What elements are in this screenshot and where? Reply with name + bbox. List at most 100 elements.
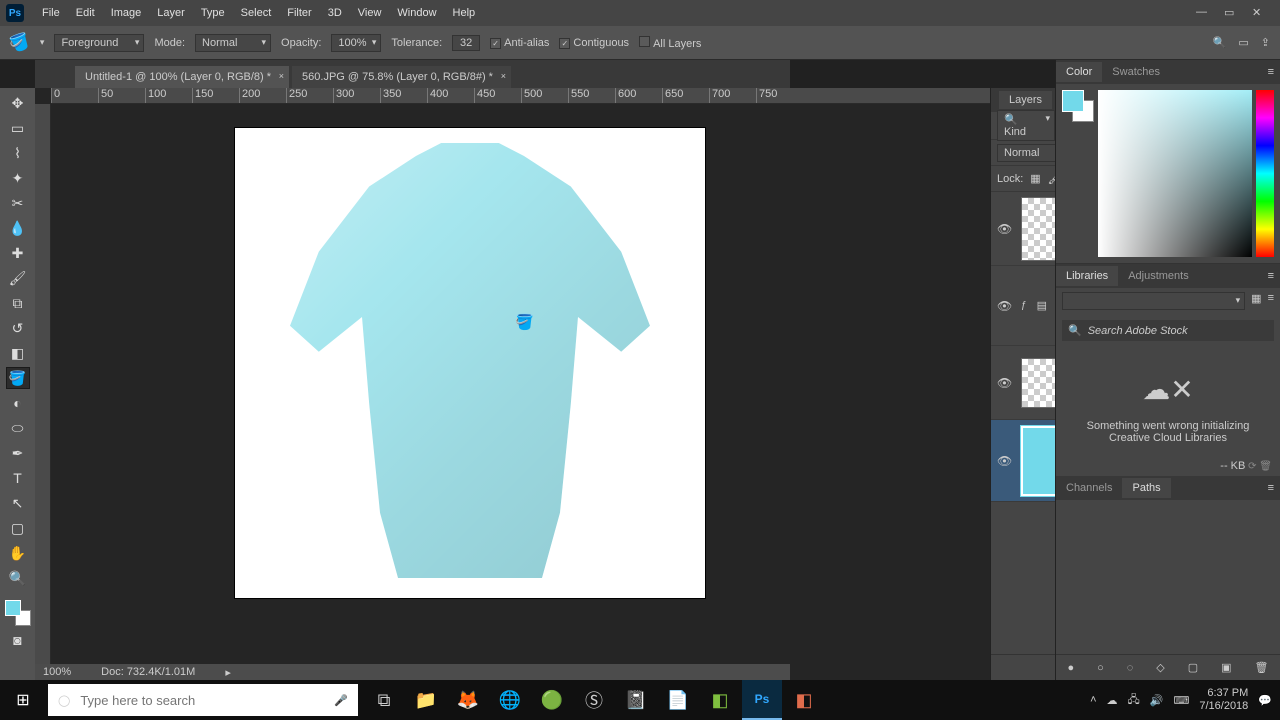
color-field[interactable] <box>1098 90 1252 257</box>
search-icon[interactable]: 🔍 <box>1213 36 1227 49</box>
all-layers-checkbox[interactable]: All Layers <box>639 36 701 50</box>
visibility-icon[interactable]: 👁 <box>997 222 1011 236</box>
color-swatches[interactable] <box>1062 90 1094 122</box>
menu-select[interactable]: Select <box>233 7 280 19</box>
opacity-select[interactable]: 100% <box>331 34 381 52</box>
explorer-icon[interactable]: 📁 <box>406 680 446 720</box>
bucket-tool[interactable]: 🪣 <box>6 367 30 389</box>
mic-icon[interactable]: 🎤 <box>334 694 348 707</box>
chrome-icon[interactable]: 🌐 <box>490 680 530 720</box>
document-tab[interactable]: 560.JPG @ 75.8% (Layer 0, RGB/8#) *× <box>292 66 511 88</box>
wand-tool[interactable]: ✦ <box>6 167 30 189</box>
firefox-icon[interactable]: 🦊 <box>448 680 488 720</box>
clock[interactable]: 6:37 PM 7/16/2018 <box>1199 687 1248 713</box>
menu-image[interactable]: Image <box>103 7 150 19</box>
recorder-icon[interactable]: ◧ <box>784 680 824 720</box>
doc-size[interactable]: Doc: 732.4K/1.01M <box>101 666 195 678</box>
minimize-icon[interactable]: — <box>1196 6 1210 20</box>
panel-menu-icon[interactable]: ≡ <box>1262 66 1280 78</box>
dodge-tool[interactable]: ⬭ <box>6 417 30 439</box>
foreground-swatch[interactable] <box>5 600 21 616</box>
list-view-icon[interactable]: ≡ <box>1268 292 1274 310</box>
crop-tool[interactable]: ✂ <box>6 192 30 214</box>
workspace-icon[interactable]: ▭ <box>1238 36 1248 49</box>
panel-menu-icon[interactable]: ≡ <box>1262 482 1280 494</box>
menu-3d[interactable]: 3D <box>320 7 350 19</box>
swatches-tab[interactable]: Swatches <box>1102 62 1170 82</box>
tray-chevron-icon[interactable]: ˄ <box>1090 694 1096 706</box>
skype-icon[interactable]: Ⓢ <box>574 680 614 720</box>
visibility-icon[interactable]: 👁 <box>997 299 1011 313</box>
type-tool[interactable]: T <box>6 467 30 489</box>
lock-trans-icon[interactable]: ▦ <box>1030 172 1040 185</box>
delete-path-icon[interactable]: 🗑 <box>1255 661 1269 674</box>
selection-path-icon[interactable]: ◌ <box>1127 662 1134 674</box>
taskbar-search[interactable]: ◯ 🎤 <box>48 684 358 716</box>
close-icon[interactable]: ✕ <box>1252 6 1266 20</box>
new-path-icon[interactable]: ▣ <box>1221 661 1231 674</box>
layers-tab[interactable]: Layers <box>999 91 1052 109</box>
eyedropper-tool[interactable]: 💧 <box>6 217 30 239</box>
mask-path-icon[interactable]: ▢ <box>1188 661 1198 674</box>
network-icon[interactable]: 🖧 <box>1128 691 1140 710</box>
volume-icon[interactable]: 🔊 <box>1150 694 1164 707</box>
utorrent-icon[interactable]: 🟢 <box>532 680 572 720</box>
panel-menu-icon[interactable]: ≡ <box>1262 270 1280 282</box>
brush-tool[interactable]: 🖌 <box>6 267 30 289</box>
library-select[interactable] <box>1062 292 1245 310</box>
notepad-icon[interactable]: 📄 <box>658 680 698 720</box>
canvas-area[interactable]: 0501001502002503003504004505005506006507… <box>35 88 990 680</box>
history-brush-tool[interactable]: ↺ <box>6 317 30 339</box>
heal-tool[interactable]: ✚ <box>6 242 30 264</box>
camtasia-icon[interactable]: ◧ <box>700 680 740 720</box>
chevron-down-icon[interactable]: ▾ <box>40 37 45 48</box>
blur-tool[interactable]: ◐ <box>6 392 30 414</box>
start-button[interactable]: ⊞ <box>0 680 46 720</box>
color-tab[interactable]: Color <box>1056 62 1102 82</box>
menu-view[interactable]: View <box>350 7 390 19</box>
shape-tool[interactable]: ▢ <box>6 517 30 539</box>
marquee-tool[interactable]: ▭ <box>6 117 30 139</box>
zoom-tool[interactable]: 🔍 <box>6 567 30 589</box>
app-icon[interactable]: 📓 <box>616 680 656 720</box>
onedrive-icon[interactable]: ☁ <box>1107 694 1118 707</box>
search-input[interactable] <box>80 693 324 708</box>
path-select-tool[interactable]: ↖ <box>6 492 30 514</box>
menu-filter[interactable]: Filter <box>279 7 319 19</box>
menu-help[interactable]: Help <box>445 7 484 19</box>
stamp-tool[interactable]: ⧉ <box>6 292 30 314</box>
contiguous-checkbox[interactable]: ✓Contiguous <box>559 37 629 49</box>
pen-tool[interactable]: ✒ <box>6 442 30 464</box>
menu-type[interactable]: Type <box>193 7 233 19</box>
status-arrow-icon[interactable]: ▸ <box>225 666 231 679</box>
stroke-path-icon[interactable]: ○ <box>1097 662 1104 674</box>
quickmask-tool[interactable]: ◙ <box>6 629 30 651</box>
maximize-icon[interactable]: ▭ <box>1224 6 1238 20</box>
color-swatches[interactable] <box>5 600 31 626</box>
task-view-icon[interactable]: ⧉ <box>364 680 404 720</box>
close-tab-icon[interactable]: × <box>279 71 284 81</box>
close-tab-icon[interactable]: × <box>501 71 506 81</box>
paths-tab[interactable]: Paths <box>1122 478 1170 498</box>
share-icon[interactable]: ⇪ <box>1261 36 1270 49</box>
hue-slider[interactable] <box>1256 90 1274 257</box>
notifications-icon[interactable]: 💬 <box>1258 694 1272 707</box>
lasso-tool[interactable]: ⌇ <box>6 142 30 164</box>
document-canvas[interactable]: 🪣 <box>235 128 705 598</box>
adjustments-tab[interactable]: Adjustments <box>1118 266 1199 286</box>
layer-filter-select[interactable]: 🔍 Kind <box>997 110 1055 141</box>
channels-tab[interactable]: Channels <box>1056 478 1122 498</box>
antialias-checkbox[interactable]: ✓Anti-alias <box>490 37 549 49</box>
libraries-tab[interactable]: Libraries <box>1056 266 1118 286</box>
menu-window[interactable]: Window <box>389 7 444 19</box>
eraser-tool[interactable]: ◧ <box>6 342 30 364</box>
hand-tool[interactable]: ✋ <box>6 542 30 564</box>
menu-layer[interactable]: Layer <box>149 7 193 19</box>
grid-view-icon[interactable]: ▦ <box>1251 292 1261 310</box>
make-path-icon[interactable]: ◇ <box>1156 661 1164 674</box>
visibility-icon[interactable]: 👁 <box>997 454 1011 468</box>
photoshop-taskbar-icon[interactable]: Ps <box>742 680 782 720</box>
language-icon[interactable]: ⌨ <box>1173 694 1189 707</box>
menu-file[interactable]: File <box>34 7 68 19</box>
zoom-level[interactable]: 100% <box>43 666 71 678</box>
